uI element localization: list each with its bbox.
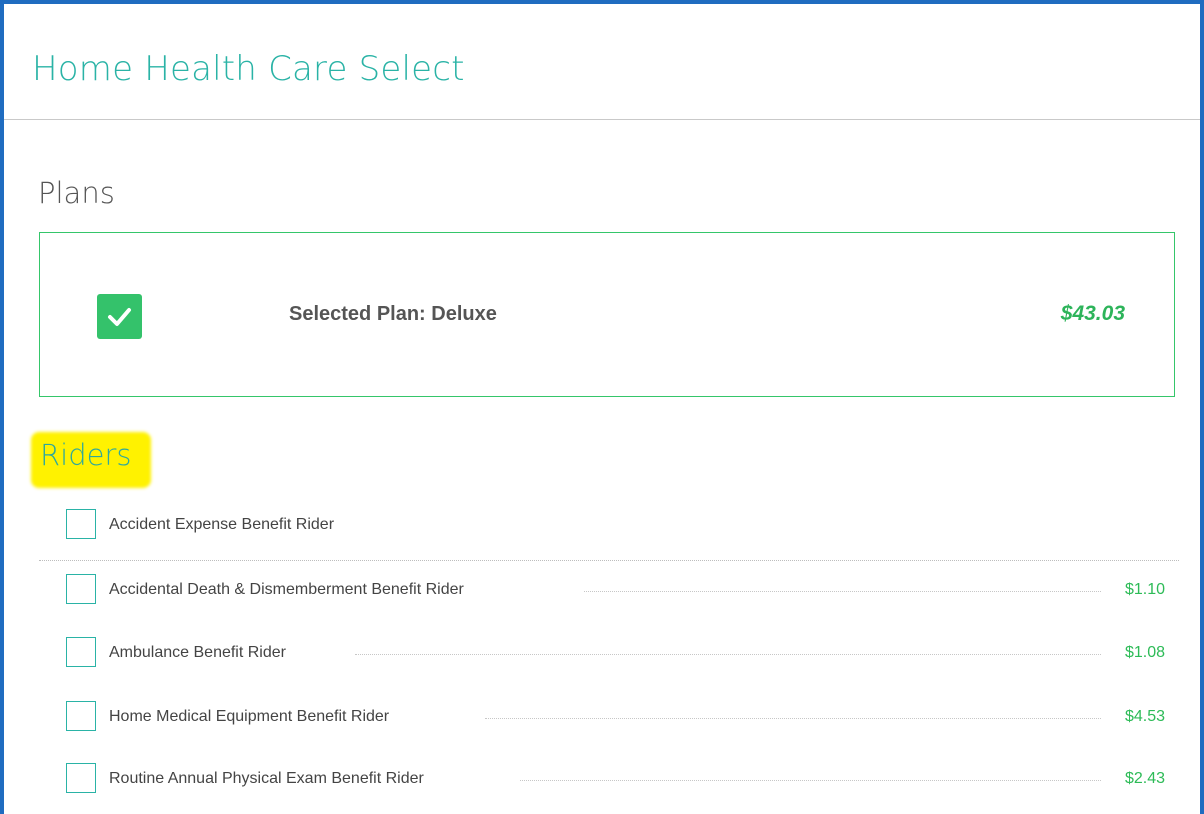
selected-plan-price: $43.03 [1060, 302, 1125, 325]
app-frame: Home Health Care Select Plans Selected P… [0, 0, 1204, 814]
selected-plan-label: Selected Plan: Deluxe [289, 303, 497, 325]
rider-row[interactable]: Home Medical Equipment Benefit Rider $4.… [39, 699, 1179, 747]
rider-price: $1.10 [1124, 581, 1165, 598]
dotted-leader [584, 591, 1101, 592]
rider-price: $4.53 [1124, 708, 1165, 725]
rider-checkbox[interactable] [66, 637, 96, 667]
rider-checkbox[interactable] [66, 763, 96, 793]
plan-checkbox[interactable] [97, 294, 142, 339]
dotted-leader [355, 654, 1101, 655]
rider-price: $2.43 [1124, 770, 1165, 787]
dotted-leader [485, 718, 1101, 719]
plans-section-title: Plans [38, 176, 115, 210]
rider-label: Ambulance Benefit Rider [109, 644, 286, 661]
dotted-leader [520, 780, 1101, 781]
rider-checkbox[interactable] [66, 509, 96, 539]
checkmark-icon [108, 308, 131, 326]
rider-checkbox[interactable] [66, 574, 96, 604]
page-header: Home Health Care Select [4, 4, 1200, 120]
rider-checkbox[interactable] [66, 701, 96, 731]
rider-row[interactable]: Ambulance Benefit Rider $1.08 [39, 635, 1179, 683]
rider-label: Home Medical Equipment Benefit Rider [109, 708, 390, 725]
rider-price: $1.08 [1124, 644, 1165, 661]
rider-label: Routine Annual Physical Exam Benefit Rid… [109, 770, 424, 787]
rider-label: Accidental Death & Dismemberment Benefit… [109, 581, 464, 598]
page-title: Home Health Care Select [32, 49, 465, 89]
rider-row[interactable]: Accident Expense Benefit Rider [39, 507, 1179, 555]
rider-label: Accident Expense Benefit Rider [109, 516, 335, 533]
riders-section-title: Riders [40, 438, 132, 472]
rider-row[interactable]: Accidental Death & Dismemberment Benefit… [39, 560, 1179, 620]
rider-row[interactable]: Routine Annual Physical Exam Benefit Rid… [39, 761, 1179, 809]
selected-plan-card[interactable]: Selected Plan: Deluxe $43.03 [39, 232, 1175, 397]
